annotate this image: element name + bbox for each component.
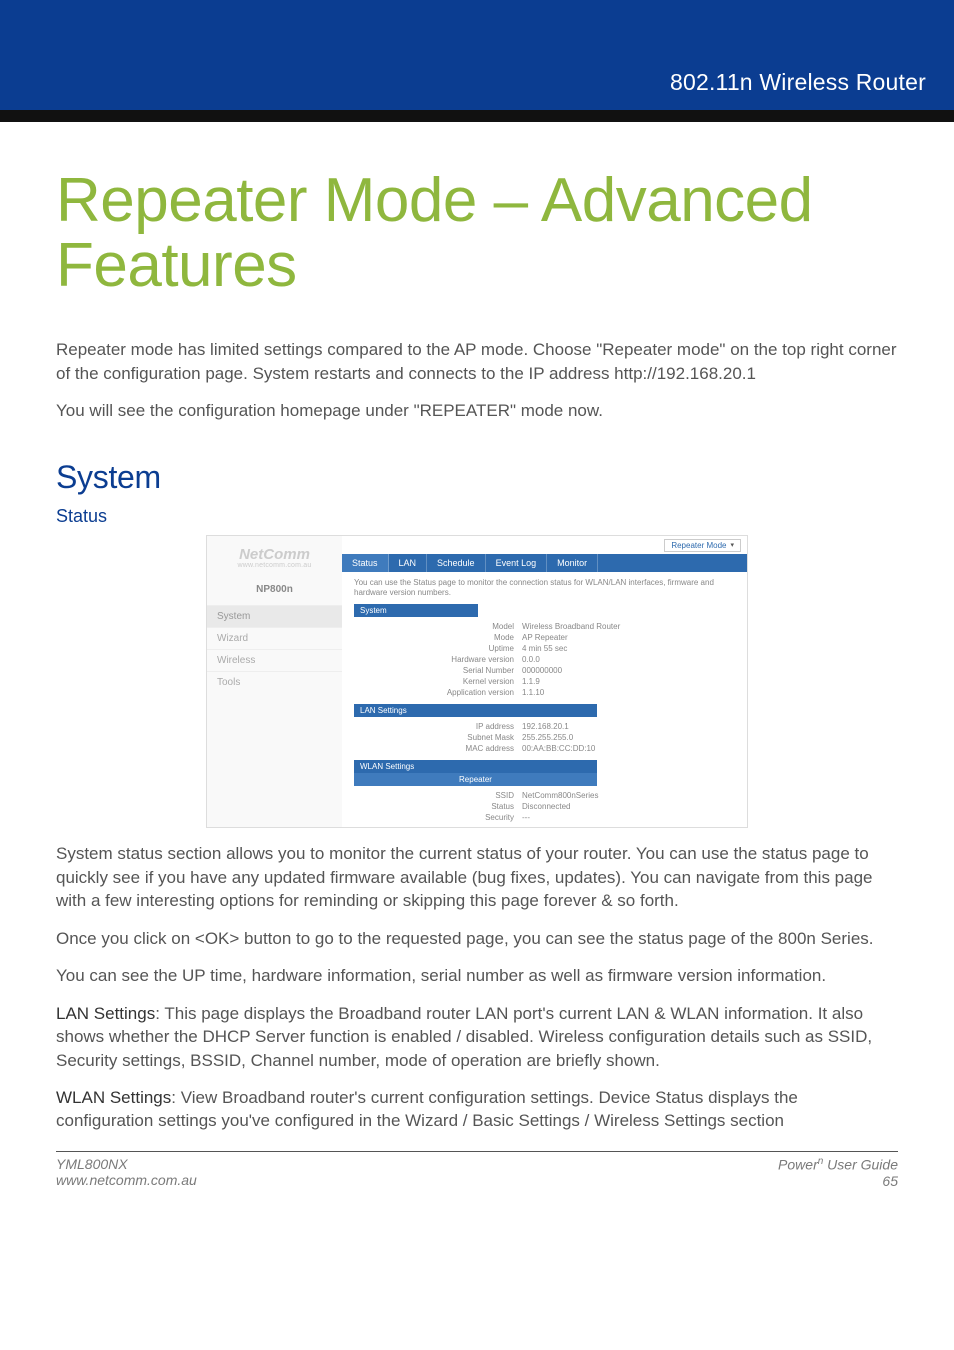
tab-monitor[interactable]: Monitor <box>547 554 598 572</box>
table-row: Serial Number000000000 <box>354 665 735 676</box>
v: 1.1.9 <box>522 677 735 686</box>
wlan-kv-block: SSIDNetComm800nSeries StatusDisconnected… <box>342 786 747 827</box>
table-row: ModelWireless Broadband Router <box>354 621 735 632</box>
chevron-down-icon: ▾ <box>730 541 734 549</box>
wlan-settings-label: WLAN Settings <box>56 1088 171 1107</box>
mode-dropdown-label: Repeater Mode <box>671 541 726 550</box>
k: Model <box>354 622 522 631</box>
router-ui-top: NetComm www.netcomm.com.au NP800n System… <box>207 536 747 828</box>
lan-settings-text: : This page displays the Broadband route… <box>56 1004 872 1070</box>
footer-brand: Power <box>778 1157 818 1173</box>
wlan-settings-paragraph: WLAN Settings: View Broadband router's c… <box>56 1086 898 1133</box>
table-row: IP address192.168.20.1 <box>354 721 735 732</box>
v: --- <box>522 813 735 822</box>
footer-guide-title: Powern User Guide <box>778 1156 898 1173</box>
table-row: StatusDisconnected <box>354 801 735 812</box>
page-title: Repeater Mode – Advanced Features <box>56 168 898 298</box>
k: IP address <box>354 722 522 731</box>
lan-settings-label: LAN Settings <box>56 1004 155 1023</box>
k: SSID <box>354 791 522 800</box>
footer-rule <box>56 1151 898 1152</box>
v: 1.1.10 <box>522 688 735 697</box>
tabs: Status LAN Schedule Event Log Monitor <box>342 554 747 572</box>
v: 00:AA:BB:CC:DD:10 <box>522 744 735 753</box>
header-banner: 802.11n Wireless Router <box>0 0 954 110</box>
section-subheading-status: Status <box>56 506 898 527</box>
v: NetComm800nSeries <box>522 791 735 800</box>
page-number: 65 <box>778 1173 898 1189</box>
section-heading-system: System <box>56 459 898 496</box>
v: AP Repeater <box>522 633 735 642</box>
v: 0.0.0 <box>522 655 735 664</box>
model-label: NP800n <box>207 580 342 605</box>
router-sidebar: NetComm www.netcomm.com.au NP800n System… <box>207 536 342 828</box>
table-row: Subnet Mask255.255.255.0 <box>354 732 735 743</box>
wlan-sub-bar: Repeater <box>354 773 597 786</box>
footer-doc-code: YML800NX <box>56 1156 197 1172</box>
k: Application version <box>354 688 522 697</box>
intro-paragraph-1: Repeater mode has limited settings compa… <box>56 338 898 385</box>
table-row: SSIDNetComm800nSeries <box>354 790 735 801</box>
v: 192.168.20.1 <box>522 722 735 731</box>
footer-rest: User Guide <box>823 1157 898 1173</box>
brand-url: www.netcomm.com.au <box>237 562 311 569</box>
k: Hardware version <box>354 655 522 664</box>
v: 000000000 <box>522 666 735 675</box>
k: Kernel version <box>354 677 522 686</box>
footer: YML800NX www.netcomm.com.au Powern User … <box>56 1156 898 1209</box>
nav-tools[interactable]: Tools <box>207 671 342 693</box>
v: Disconnected <box>522 802 735 811</box>
table-row: MAC address00:AA:BB:CC:DD:10 <box>354 743 735 754</box>
router-ui-screenshot: NetComm www.netcomm.com.au NP800n System… <box>206 535 748 829</box>
footer-right: Powern User Guide 65 <box>778 1156 898 1189</box>
v: 4 min 55 sec <box>522 644 735 653</box>
wlan-section-bar: WLAN Settings <box>354 760 597 773</box>
content: Repeater Mode – Advanced Features Repeat… <box>0 122 954 1219</box>
intro-paragraph-2: You will see the configuration homepage … <box>56 399 898 422</box>
k: Subnet Mask <box>354 733 522 742</box>
table-row: Uptime4 min 55 sec <box>354 643 735 654</box>
v: Wireless Broadband Router <box>522 622 735 631</box>
dark-strip <box>0 110 954 122</box>
k: Security <box>354 813 522 822</box>
body-paragraph-2: Once you click on <OK> button to go to t… <box>56 927 898 950</box>
lan-section-bar: LAN Settings <box>354 704 597 717</box>
body-paragraph-3: You can see the UP time, hardware inform… <box>56 964 898 987</box>
lan-kv-block: IP address192.168.20.1 Subnet Mask255.25… <box>342 717 747 758</box>
table-row: Application version1.1.10 <box>354 687 735 698</box>
body-paragraph-1: System status section allows you to moni… <box>56 842 898 912</box>
page: 802.11n Wireless Router Repeater Mode – … <box>0 0 954 1219</box>
tab-schedule[interactable]: Schedule <box>427 554 486 572</box>
tab-event-log[interactable]: Event Log <box>486 554 548 572</box>
k: MAC address <box>354 744 522 753</box>
system-kv-block: ModelWireless Broadband Router ModeAP Re… <box>342 617 747 702</box>
k: Mode <box>354 633 522 642</box>
router-main: Repeater Mode ▾ Status LAN Schedule Even… <box>342 536 747 828</box>
system-section-bar: System <box>354 604 478 617</box>
k: Uptime <box>354 644 522 653</box>
k: Status <box>354 802 522 811</box>
tab-lan[interactable]: LAN <box>389 554 428 572</box>
mode-row: Repeater Mode ▾ <box>342 536 747 554</box>
footer-left: YML800NX www.netcomm.com.au <box>56 1156 197 1189</box>
v: 255.255.255.0 <box>522 733 735 742</box>
footer-url: www.netcomm.com.au <box>56 1172 197 1188</box>
status-hint: You can use the Status page to monitor t… <box>342 572 747 603</box>
brand-name: NetComm <box>239 547 310 562</box>
table-row: Kernel version1.1.9 <box>354 676 735 687</box>
table-row: Security--- <box>354 812 735 823</box>
nav-wireless[interactable]: Wireless <box>207 649 342 671</box>
table-row: ModeAP Repeater <box>354 632 735 643</box>
table-row: Hardware version0.0.0 <box>354 654 735 665</box>
nav-system[interactable]: System <box>207 605 342 627</box>
k: Serial Number <box>354 666 522 675</box>
nav-wizard[interactable]: Wizard <box>207 627 342 649</box>
lan-settings-paragraph: LAN Settings: This page displays the Bro… <box>56 1002 898 1072</box>
mode-dropdown[interactable]: Repeater Mode ▾ <box>664 539 741 552</box>
tab-status[interactable]: Status <box>342 554 389 572</box>
brand-logo: NetComm www.netcomm.com.au <box>207 536 342 580</box>
product-line: 802.11n Wireless Router <box>670 69 926 96</box>
